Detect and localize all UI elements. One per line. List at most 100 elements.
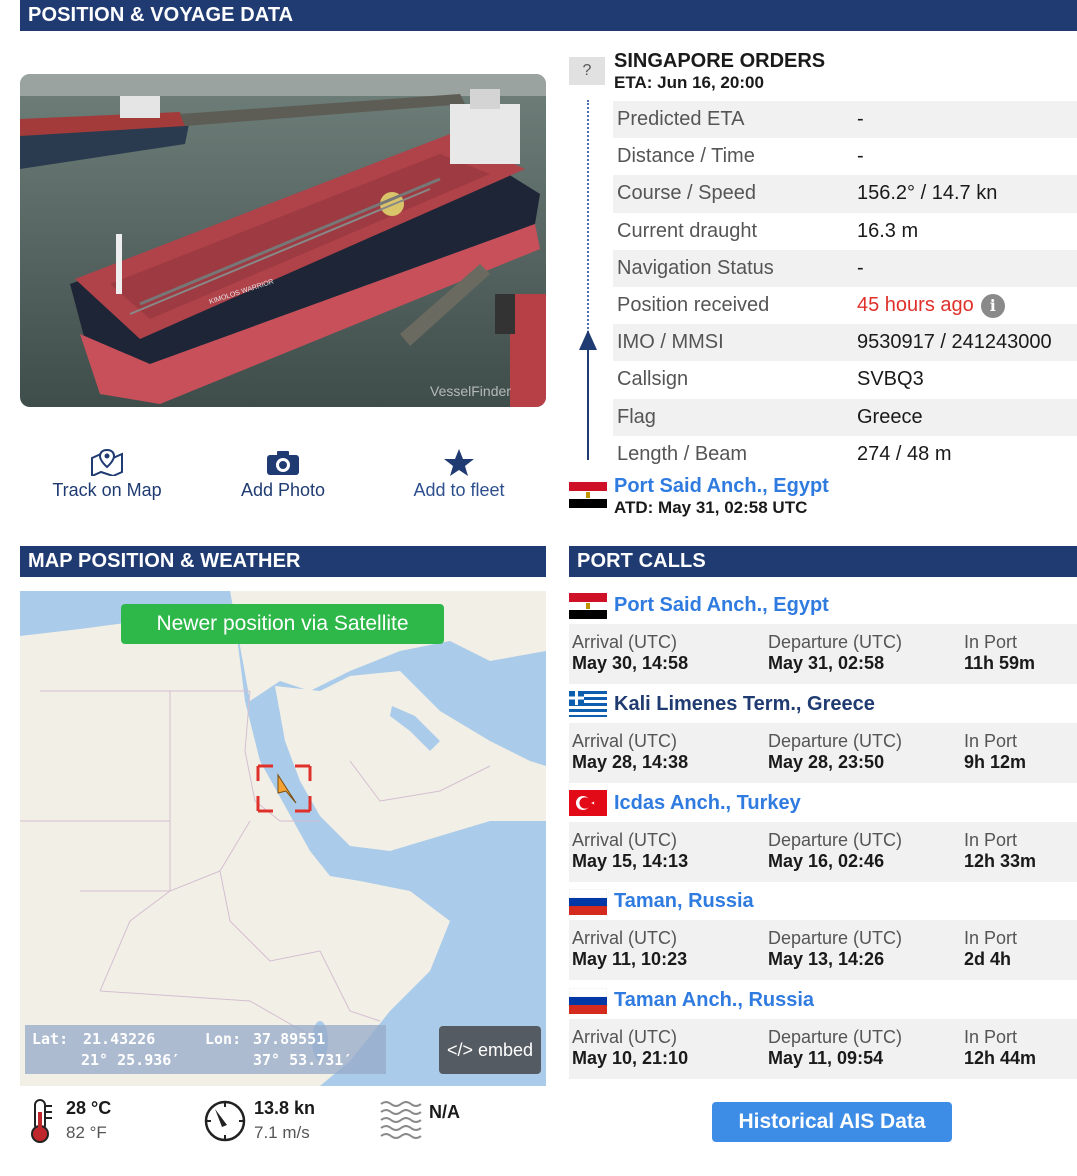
info-label: Position received (617, 294, 770, 317)
arrival-col: Arrival (UTC) May 30, 14:58 (572, 632, 688, 674)
arrival-col: Arrival (UTC) May 15, 14:13 (572, 830, 688, 872)
departure-col: Departure (UTC) May 31, 02:58 (768, 632, 902, 674)
departure-col: Departure (UTC) May 16, 02:46 (768, 830, 902, 872)
wind: 13.8 kn 7.1 m/s (254, 1098, 315, 1143)
embed-button[interactable]: </> embed (439, 1026, 541, 1074)
info-label: Callsign (617, 368, 689, 391)
departure-value: May 11, 09:54 (768, 1048, 884, 1068)
position-received-value: 45 hours ago i (857, 293, 1077, 318)
inport-label: In Port (964, 632, 1018, 652)
add-to-fleet-label: Add to fleet (413, 480, 505, 500)
photo-watermark: VesselFinder (430, 383, 511, 399)
russia-flag-icon (569, 988, 607, 1014)
arrival-label: Arrival (UTC) (572, 632, 677, 652)
section-header-portcalls: PORT CALLS (569, 546, 1077, 577)
arrival-label: Arrival (UTC) (572, 1027, 677, 1047)
arrival-label: Arrival (UTC) (572, 928, 677, 948)
info-row: Navigation Status - (613, 249, 1077, 287)
portcall-port-link[interactable]: Icdas Anch., Turkey (614, 792, 801, 815)
arrival-value: May 30, 14:58 (572, 653, 689, 673)
inport-label: In Port (964, 731, 1018, 751)
voyage-progress-completed (587, 346, 589, 460)
departure-port-link[interactable]: Port Said Anch., Egypt (614, 475, 829, 498)
info-row: Distance / Time - (613, 138, 1077, 176)
inport-value: 9h 12m (964, 752, 1027, 772)
portcall-row: Arrival (UTC) May 28, 14:38 Departure (U… (569, 723, 1077, 783)
wind-kn: 13.8 kn (254, 1098, 316, 1118)
info-label: Navigation Status (617, 256, 774, 279)
position-received-text: 45 hours ago (857, 294, 974, 317)
portcall-row: Arrival (UTC) May 15, 14:13 Departure (U… (569, 822, 1077, 882)
add-to-fleet-button[interactable]: Add to fleet (374, 448, 544, 501)
departure-label: Departure (UTC) (768, 830, 903, 850)
turkey-flag-icon (569, 790, 607, 816)
inport-col: In Port 2d 4h (964, 928, 1017, 970)
info-row: Position received 45 hours ago i (613, 286, 1077, 325)
track-on-map-button[interactable]: Track on Map (22, 448, 192, 501)
portcall-row: Arrival (UTC) May 10, 21:10 Departure (U… (569, 1019, 1077, 1079)
departure-atd: ATD: May 31, 02:58 UTC (614, 498, 808, 517)
portcall-port-link[interactable]: Taman Anch., Russia (614, 989, 814, 1012)
inport-value: 11h 59m (964, 653, 1036, 673)
waves: N/A (429, 1102, 460, 1123)
lon-label: Lon: (205, 1030, 242, 1048)
arrival-value: May 10, 21:10 (572, 1048, 689, 1068)
info-value: SVBQ3 (857, 368, 924, 391)
camera-icon (267, 451, 299, 475)
ship-photo[interactable]: KIMOLOS WARRIOR VesselFinder (20, 74, 546, 407)
arrival-col: Arrival (UTC) May 28, 14:38 (572, 731, 688, 773)
thermometer-icon (28, 1098, 54, 1149)
info-label: Course / Speed (617, 182, 756, 205)
lat-value: 21.43226 (83, 1030, 156, 1048)
info-label: IMO / MMSI (617, 331, 724, 354)
lat-label: Lat: (32, 1030, 69, 1048)
lon-value: 37.89551 (253, 1030, 326, 1048)
info-label: Flag (617, 405, 656, 428)
voyage-progress-remaining (587, 100, 589, 336)
departure-label: Departure (UTC) (768, 1027, 903, 1047)
portcall-row: Arrival (UTC) May 11, 10:23 Departure (U… (569, 920, 1077, 980)
arrival-label: Arrival (UTC) (572, 731, 677, 751)
inport-col: In Port 9h 12m (964, 731, 1026, 773)
destination-name: SINGAPORE ORDERS (614, 50, 826, 72)
destination-eta: ETA: Jun 16, 20:00 (614, 73, 764, 92)
lat-dms: 21° 25.936′ (81, 1051, 181, 1069)
info-value: - (857, 108, 864, 131)
track-on-map-label: Track on Map (52, 480, 162, 500)
voyage-info-table: Predicted ETA - Distance / Time - Course… (613, 101, 1077, 473)
wind-ms: 7.1 m/s (254, 1123, 310, 1142)
departure-col: Departure (UTC) May 11, 09:54 (768, 1027, 902, 1069)
star-icon (444, 449, 474, 476)
arrival-label: Arrival (UTC) (572, 830, 677, 850)
unknown-destination-flag: ? (569, 57, 605, 85)
info-icon[interactable]: i (980, 293, 1005, 318)
inport-label: In Port (964, 1027, 1018, 1047)
temperature: 28 °C 82 °F (66, 1098, 111, 1143)
egypt-flag-icon (569, 482, 607, 508)
departure-value: May 16, 02:46 (768, 851, 885, 871)
satellite-position-button[interactable]: Newer position via Satellite (121, 604, 444, 644)
info-label: Current draught (617, 219, 758, 242)
add-photo-button[interactable]: Add Photo (198, 448, 368, 501)
map-canvas[interactable] (20, 591, 546, 1086)
info-value: - (857, 256, 864, 279)
egypt-flag-icon (569, 593, 607, 619)
section-header-position: POSITION & VOYAGE DATA (20, 0, 1077, 31)
portcall-port-link[interactable]: Port Said Anch., Egypt (614, 594, 829, 617)
departure-col: Departure (UTC) May 13, 14:26 (768, 928, 902, 970)
historical-ais-button[interactable]: Historical AIS Data (712, 1102, 952, 1142)
portcall-port-link[interactable]: Taman, Russia (614, 890, 754, 913)
info-value: 156.2° / 14.7 kn (857, 182, 998, 205)
info-label: Length / Beam (617, 442, 748, 465)
portcall-port-link[interactable]: Kali Limenes Term., Greece (614, 693, 875, 716)
info-row: Callsign SVBQ3 (613, 361, 1077, 399)
info-value: 274 / 48 m (857, 442, 952, 465)
map-pin-icon (91, 448, 123, 476)
inport-value: 12h 33m (964, 851, 1037, 871)
wind-compass-icon (203, 1099, 247, 1148)
arrival-value: May 11, 10:23 (572, 949, 688, 969)
map-view[interactable]: Newer position via Satellite Lat: 21.432… (20, 591, 546, 1086)
inport-label: In Port (964, 830, 1018, 850)
temperature-c: 28 °C (66, 1098, 112, 1118)
departure-col: Departure (UTC) May 28, 23:50 (768, 731, 902, 773)
